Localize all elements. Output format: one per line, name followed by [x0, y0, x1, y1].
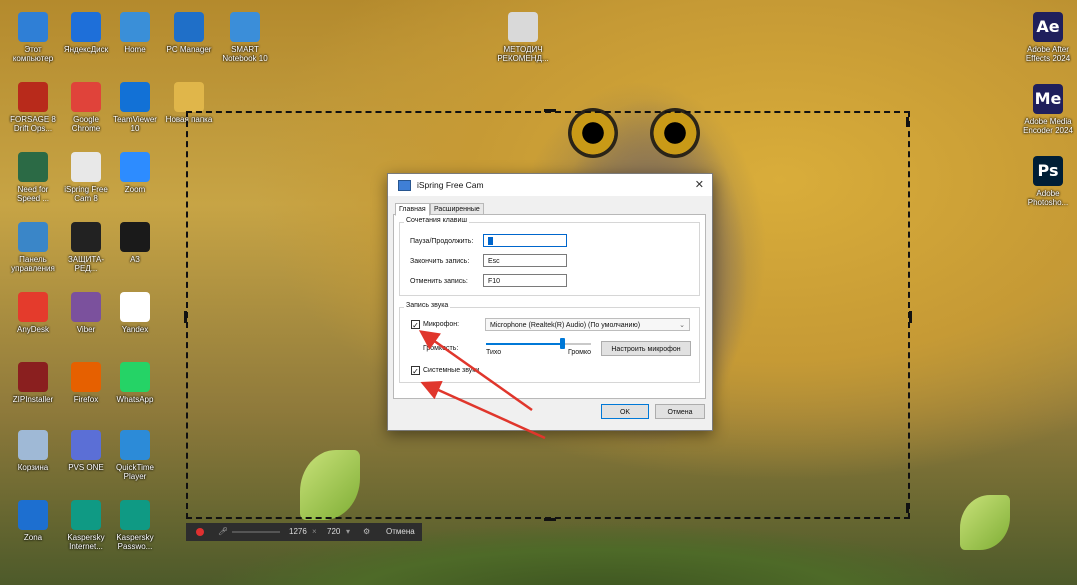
- capture-height[interactable]: 720: [327, 523, 340, 541]
- chevron-down-icon[interactable]: ▾: [346, 523, 350, 541]
- capture-width[interactable]: 1276: [289, 523, 307, 541]
- tab-main[interactable]: Главная: [395, 203, 430, 216]
- arrow-to-system-sounds: [420, 381, 546, 440]
- recording-toolbar: 🎤︎ 1276 × 720 ▾ ⚙ Отмена: [186, 523, 422, 541]
- annotation-arrows: [418, 330, 546, 440]
- record-button[interactable]: [196, 528, 204, 536]
- recorder-cancel-button[interactable]: Отмена: [386, 523, 415, 541]
- arrow-to-microphone: [418, 330, 533, 412]
- times-sign: ×: [312, 527, 317, 536]
- microphone-icon[interactable]: 🎤︎: [218, 523, 228, 541]
- volume-meter: [232, 531, 280, 533]
- gear-icon[interactable]: ⚙: [363, 523, 370, 541]
